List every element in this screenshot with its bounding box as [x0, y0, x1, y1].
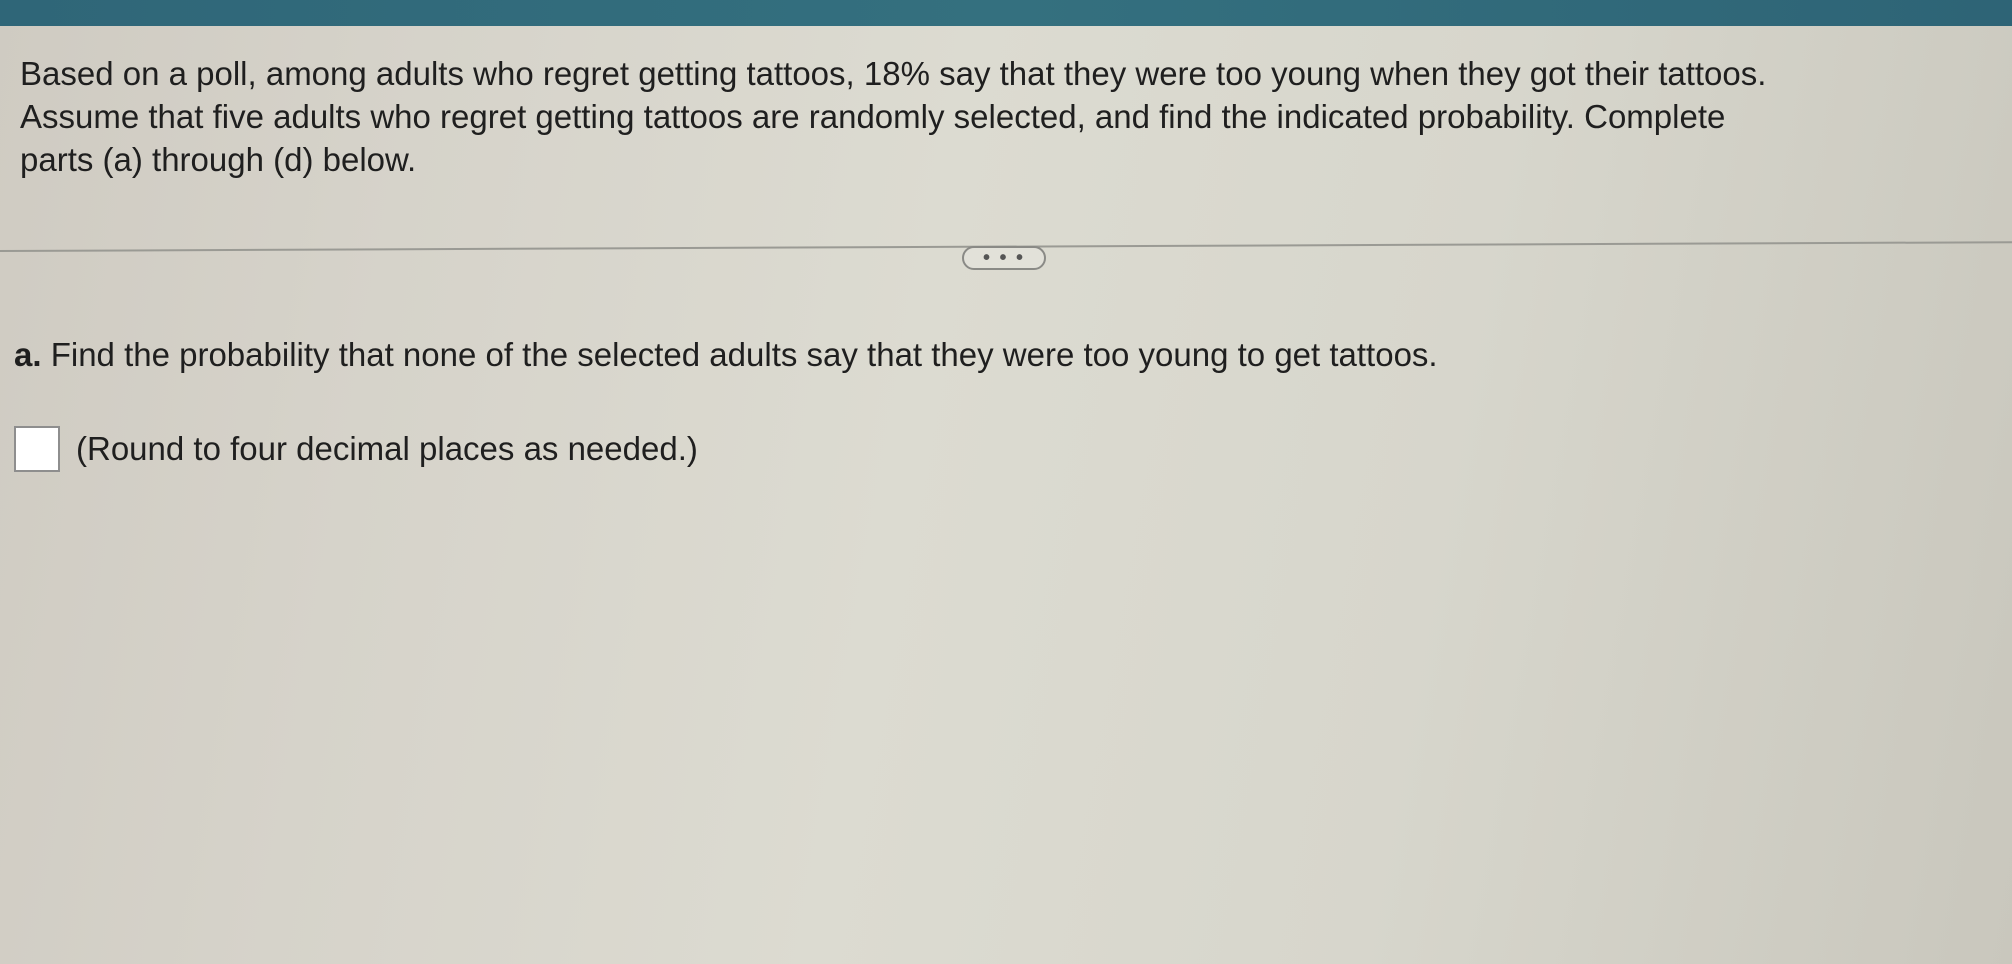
- question-stem-line-2: Assume that five adults who regret getti…: [20, 98, 1726, 135]
- part-a-prompt: a. Find the probability that none of the…: [14, 334, 1438, 376]
- part-a-text: Find the probability that none of the se…: [50, 336, 1438, 373]
- part-a-answer-row: (Round to four decimal places as needed.…: [14, 426, 698, 472]
- part-a-letter: a.: [14, 336, 42, 373]
- question-stem: Based on a poll, among adults who regret…: [20, 52, 1980, 181]
- top-header-bar: [0, 0, 2012, 26]
- question-stem-line-1: Based on a poll, among adults who regret…: [20, 55, 1767, 92]
- expand-more-button[interactable]: • • •: [962, 246, 1046, 270]
- part-a-rounding-hint: (Round to four decimal places as needed.…: [76, 430, 698, 467]
- part-a-answer-input[interactable]: [14, 426, 60, 472]
- more-dots-icon: • • •: [982, 247, 1026, 269]
- question-stem-line-3: parts (a) through (d) below.: [20, 141, 417, 178]
